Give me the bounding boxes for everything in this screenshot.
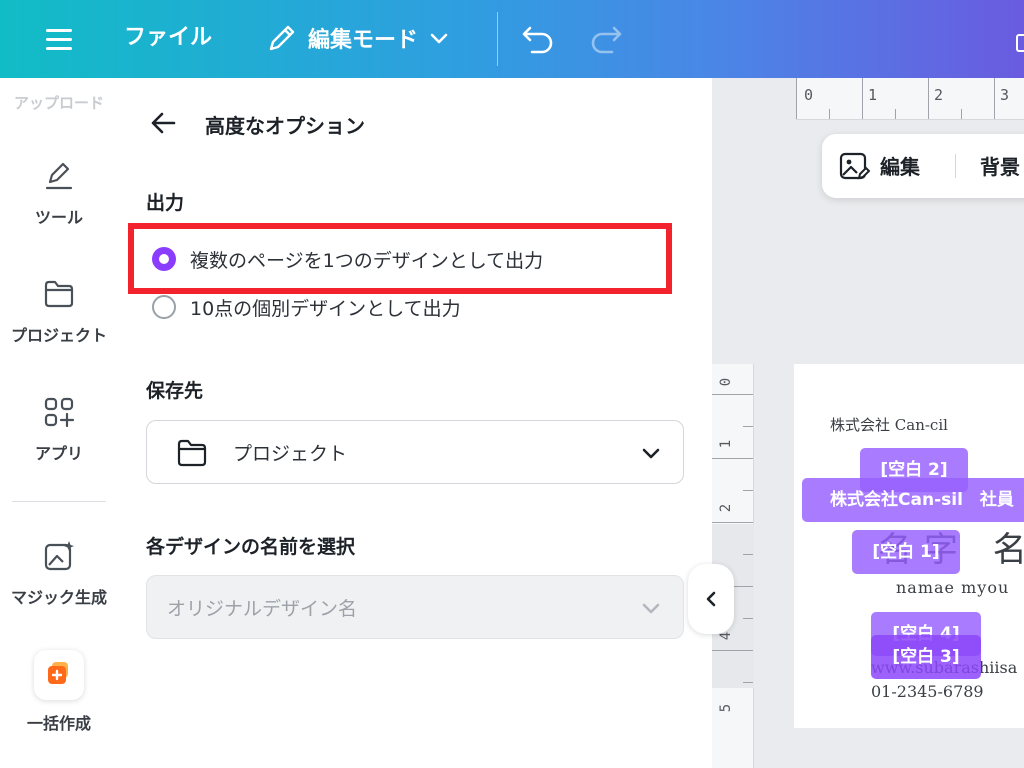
ruler-tick: [862, 78, 863, 119]
ruler-tick: [829, 109, 830, 119]
ruler-tick: [895, 109, 896, 119]
ruler-left-label: 5: [718, 703, 735, 713]
image-toolbar: 編集 背景: [822, 134, 1024, 198]
ruler-tick: [712, 394, 753, 395]
apps-icon: [44, 397, 75, 428]
design-name-heading: 各デザインの名前を選択: [146, 536, 356, 558]
rail-label-magic: マジック生成: [10, 588, 107, 607]
folder-icon: [44, 280, 74, 308]
top-bar: ファイル 編集モード: [0, 0, 1024, 78]
back-arrow-icon[interactable]: [148, 108, 178, 138]
advanced-options-panel: 高度なオプション 出力 複数のページを1つのデザインとして出力 10点の個別デザ…: [118, 78, 712, 768]
ruler-top-label: 2: [934, 86, 944, 104]
ruler-top: 0 1 2 3: [796, 78, 1024, 120]
output-heading: 出力: [146, 192, 185, 214]
edit-image-icon[interactable]: [838, 150, 870, 182]
ruler-tick: [743, 490, 753, 491]
toolbar-separator: [955, 154, 956, 178]
data-field-tag[interactable]: [空白 1]: [852, 530, 960, 574]
rail-label-projects: プロジェクト: [10, 326, 107, 345]
output-option-label: 複数のページを1つのデザインとして出力: [190, 249, 544, 272]
ruler-tick: [743, 426, 753, 427]
save-to-value: プロジェクト: [233, 443, 348, 465]
pencil-icon: [269, 25, 295, 51]
background-remover-button[interactable]: 背景: [980, 151, 1020, 180]
save-to-heading: 保存先: [146, 380, 204, 402]
share-icon[interactable]: [1016, 34, 1024, 52]
rail-divider: [12, 501, 106, 502]
undo-icon[interactable]: [520, 22, 556, 56]
chevron-down-icon: [430, 33, 448, 44]
output-option-single-design[interactable]: 複数のページを1つのデザインとして出力: [152, 244, 543, 274]
rail-item-bulk-create[interactable]: 一括作成: [0, 650, 118, 734]
hamburger-menu-icon[interactable]: [40, 22, 80, 56]
bulk-create-icon: [34, 650, 84, 700]
ruler-tick: [994, 78, 995, 119]
card-phone[interactable]: 01-2345-6789: [871, 682, 984, 701]
ruler-top-label: 1: [868, 86, 878, 104]
design-canvas: 0 1 2 3 編集 背景 0 1 2 3 4 5 株式会社: [712, 78, 1024, 768]
data-field-tag[interactable]: [空白 3]: [871, 635, 981, 679]
save-to-dropdown[interactable]: プロジェクト: [146, 420, 684, 484]
ruler-left-label: 0: [718, 377, 735, 387]
chevron-left-icon: [706, 591, 716, 607]
ruler-top-label: 0: [804, 86, 814, 104]
ruler-tick: [796, 78, 797, 119]
ruler-tick: [961, 109, 962, 119]
design-name-placeholder: オリジナルデザイン名: [167, 598, 358, 620]
file-menu-button[interactable]: ファイル: [124, 22, 212, 54]
rail-label-tools: ツール: [34, 208, 83, 227]
design-name-dropdown[interactable]: オリジナルデザイン名: [146, 575, 684, 639]
chevron-down-icon: [642, 603, 660, 614]
panel-title: 高度なオプション: [205, 114, 365, 138]
output-option-label: 10点の個別デザインとして出力: [190, 297, 461, 320]
edit-mode-dropdown[interactable]: 編集モード: [266, 20, 450, 56]
ruler-tick: [743, 618, 753, 619]
chevron-down-icon: [642, 448, 660, 459]
rail-item-projects[interactable]: プロジェクト: [0, 276, 118, 346]
side-rail: アップロード ツール プロジェクト アプリ マジック生成 一括作成: [0, 78, 118, 768]
rail-item-tools[interactable]: ツール: [0, 158, 118, 228]
radio-selected[interactable]: [152, 247, 176, 271]
rail-label-apps: アプリ: [34, 444, 83, 463]
radio-unselected[interactable]: [152, 295, 176, 319]
ruler-tick: [712, 458, 753, 459]
redo-icon[interactable]: [588, 22, 624, 56]
edit-mode-label: 編集モード: [308, 28, 419, 53]
ruler-tick: [928, 78, 929, 119]
pen-tool-icon: [45, 162, 73, 190]
edit-image-button[interactable]: 編集: [880, 151, 920, 180]
rail-item-magic[interactable]: マジック生成: [0, 538, 118, 608]
ruler-top-label: 3: [1000, 86, 1010, 104]
toolbar-divider: [497, 12, 498, 66]
rail-label-bulk-create: 一括作成: [26, 714, 91, 733]
magic-image-icon: [44, 541, 74, 571]
folder-icon: [177, 439, 207, 467]
ruler-left-label: 1: [718, 439, 735, 449]
output-option-separate-designs[interactable]: 10点の個別デザインとして出力: [152, 292, 461, 322]
ruler-tick: [743, 682, 753, 683]
rail-item-apps[interactable]: アプリ: [0, 394, 118, 464]
ruler-tick: [712, 522, 753, 523]
card-company[interactable]: 株式会社 Can-cil: [830, 414, 948, 435]
ruler-left-label: 2: [718, 503, 735, 513]
ruler-tick: [712, 650, 753, 651]
collapse-panel-button[interactable]: [688, 564, 734, 634]
data-field-tag[interactable]: 株式会社Can-sil 社員: [802, 478, 1024, 522]
ruler-tick: [743, 554, 753, 555]
rail-item-upload[interactable]: アップロード: [0, 92, 118, 113]
card-romaji[interactable]: namae myou: [896, 578, 1009, 597]
